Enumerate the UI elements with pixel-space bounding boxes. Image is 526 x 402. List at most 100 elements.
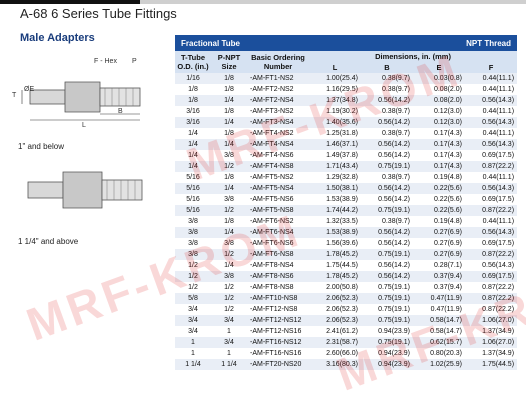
tube-od-cell: 1/2 <box>175 282 211 293</box>
dim-f-cell: 0.87(22.2) <box>465 282 518 293</box>
dim-f-cell: 0.56(14.3) <box>465 227 518 238</box>
dim-e-cell: 0.12(3.0) <box>413 106 465 117</box>
dim-f-cell: 0.87(22.2) <box>465 293 518 304</box>
hex-label: F - Hex <box>94 58 117 65</box>
table-row: 3/4 3/4 -AM-FT12-NS12 2.06(52.3) 0.75(19.1) 0… <box>175 315 518 326</box>
dim-l-cell: 1.56(39.6) <box>309 238 361 249</box>
table-row: 3/4 1 -AM-FT12-NS16 2.41(61.2) 0.94(23.9) 0.5… <box>175 326 518 337</box>
pnpt-cell: 1/4 <box>211 117 247 128</box>
dim-l-cell: 1.40(35.6) <box>309 117 361 128</box>
tube-od-cell: 5/16 <box>175 194 211 205</box>
ordering-number-cell: -AM-FT5-NS2 <box>247 172 309 183</box>
dim-l-cell: 2.06(52.3) <box>309 293 361 304</box>
tube-od-cell: 1/16 <box>175 73 211 84</box>
dim-f-cell: 0.56(14.3) <box>465 260 518 271</box>
dim-e-cell: 0.17(4.3) <box>413 128 465 139</box>
pnpt-cell: 1/2 <box>211 282 247 293</box>
dim-l-cell: 1.25(31.8) <box>309 128 361 139</box>
table-row: 1/8 1/4 -AM-FT2-NS4 1.37(34.8) 0.56(14.2) 0.0… <box>175 95 518 106</box>
dim-f-cell: 0.87(22.2) <box>465 249 518 260</box>
tube-od-cell: 1/2 <box>175 271 211 282</box>
pnpt-cell: 1/8 <box>211 172 247 183</box>
dim-l-cell: 1.78(45.2) <box>309 271 361 282</box>
table-row: 1/4 3/8 -AM-FT4-NS6 1.49(37.8) 0.56(14.2) 0.1… <box>175 150 518 161</box>
dim-l-cell: 1.53(38.9) <box>309 227 361 238</box>
ordering-number-cell: -AM-FT3-NS2 <box>247 106 309 117</box>
dim-e-cell: 0.17(4.3) <box>413 161 465 172</box>
pnpt-cell: 1/4 <box>211 183 247 194</box>
dim-b-cell: 0.75(19.1) <box>361 293 413 304</box>
ordering-number-cell: -AM-FT3-NS4 <box>247 117 309 128</box>
dim-b-cell: 0.94(23.9) <box>361 359 413 370</box>
tube-od-cell: 1/2 <box>175 260 211 271</box>
caption-1-1-4-above: 1 1/4" and above <box>18 237 79 246</box>
dim-f-cell: 0.56(14.3) <box>465 117 518 128</box>
table-row: 3/16 1/8 -AM-FT3-NS2 1.19(30.2) 0.38(9.7) 0.1… <box>175 106 518 117</box>
col-f: F <box>465 62 518 73</box>
table-row: 3/16 1/4 -AM-FT3-NS4 1.40(35.6) 0.56(14.2) 0.… <box>175 117 518 128</box>
pnpt-cell: 1 <box>211 326 247 337</box>
col-ordering-number: Basic Ordering Number <box>247 51 309 73</box>
dim-l-cell: 2.00(50.8) <box>309 282 361 293</box>
dim-f-cell: 0.44(11.1) <box>465 106 518 117</box>
table-row: 1 1/4 1 1/4 -AM-FT20-NS20 3.16(80.3) 0.94(23… <box>175 359 518 370</box>
dim-e-cell: 0.47(11.9) <box>413 304 465 315</box>
pnpt-cell: 1/8 <box>211 106 247 117</box>
dim-f-cell: 1.37(34.9) <box>465 326 518 337</box>
dim-e-cell: 0.27(6.9) <box>413 227 465 238</box>
caption-1in-below: 1" and below <box>18 142 64 151</box>
pnpt-cell: 3/4 <box>211 315 247 326</box>
tube-od-cell: 3/8 <box>175 216 211 227</box>
dim-l-cell: 3.16(80.3) <box>309 359 361 370</box>
table-row: 1/2 3/8 -AM-FT8-NS6 1.78(45.2) 0.56(14.2) 0.3… <box>175 271 518 282</box>
dim-f-cell: 0.87(22.2) <box>465 205 518 216</box>
ordering-number-cell: -AM-FT16-NS12 <box>247 337 309 348</box>
tube-od-cell: 1/4 <box>175 161 211 172</box>
dim-l-cell: 2.41(61.2) <box>309 326 361 337</box>
table-row: 3/8 1/2 -AM-FT6-NS8 1.78(45.2) 0.75(19.1) 0.2… <box>175 249 518 260</box>
col-e: E <box>413 62 465 73</box>
dim-b-cell: 0.94(23.9) <box>361 348 413 359</box>
dim-f-cell: 1.06(27.0) <box>465 337 518 348</box>
ordering-number-cell: -AM-FT2-NS4 <box>247 95 309 106</box>
dim-b-cell: 0.38(9.7) <box>361 216 413 227</box>
dim-f-cell: 0.44(11.1) <box>465 216 518 227</box>
ordering-number-cell: -AM-FT5-NS8 <box>247 205 309 216</box>
tube-od-cell: 1 <box>175 337 211 348</box>
tube-od-cell: 1 <box>175 348 211 359</box>
pnpt-cell: 1/8 <box>211 84 247 95</box>
pnpt-cell: 1/2 <box>211 161 247 172</box>
dim-f-cell: 0.44(11.1) <box>465 128 518 139</box>
dim-b-cell: 0.56(14.2) <box>361 260 413 271</box>
dim-e-cell: 0.47(11.9) <box>413 293 465 304</box>
dimensions-table: Fractional Tube NPT Thread T-Tube O.D. (… <box>175 35 518 370</box>
pnpt-cell: 1/8 <box>211 128 247 139</box>
dim-f-cell: 0.44(11.1) <box>465 84 518 95</box>
dim-l-cell: 1.37(34.8) <box>309 95 361 106</box>
dim-f-cell: 0.69(17.5) <box>465 194 518 205</box>
header-grey-strip <box>140 0 526 4</box>
pnpt-cell: 3/4 <box>211 337 247 348</box>
dim-e-cell: 0.19(4.8) <box>413 172 465 183</box>
dim-b-cell: 0.75(19.1) <box>361 161 413 172</box>
ordering-number-cell: -AM-FT8-NS8 <box>247 282 309 293</box>
dim-f-cell: 0.69(17.5) <box>465 150 518 161</box>
col-b: B <box>361 62 413 73</box>
table-row: 3/4 1/2 -AM-FT12-NS8 2.06(52.3) 0.75(19.1) 0.… <box>175 304 518 315</box>
dim-b-cell: 0.56(14.2) <box>361 139 413 150</box>
tube-od-cell: 3/8 <box>175 249 211 260</box>
dim-l-cell: 1.75(44.5) <box>309 260 361 271</box>
dim-e-cell: 0.28(7.1) <box>413 260 465 271</box>
table-body: 1/16 1/8 -AM-FT1-NS2 1.00(25.4) 0.38(9.7) 0.0… <box>175 73 518 370</box>
ordering-number-cell: -AM-FT4-NS8 <box>247 161 309 172</box>
table-title-bar: Fractional Tube NPT Thread <box>175 35 517 51</box>
ordering-number-cell: -AM-FT8-NS4 <box>247 260 309 271</box>
dim-f-cell: 0.69(17.5) <box>465 238 518 249</box>
dim-f-cell: 1.37(34.9) <box>465 348 518 359</box>
pnpt-cell: 3/8 <box>211 150 247 161</box>
dim-b-cell: 0.75(19.1) <box>361 282 413 293</box>
dim-l-cell: 1.19(30.2) <box>309 106 361 117</box>
pnpt-cell: 1/2 <box>211 205 247 216</box>
dim-l-cell: 1.00(25.4) <box>309 73 361 84</box>
male-adapter-diagram: F - Hex P T ØE B L <box>10 52 170 152</box>
